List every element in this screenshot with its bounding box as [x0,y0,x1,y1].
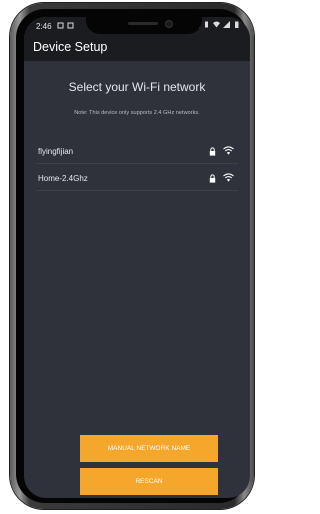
network-name: flyingfijian [38,147,74,156]
lock-icon [209,174,216,183]
wifi-icon [223,146,234,155]
notification-icons [57,22,74,31]
wifi-icon [223,173,234,182]
app-bar-title: Device Setup [33,40,108,54]
notch [86,17,202,34]
vibrate-icon [205,21,208,28]
phone-frame: 2:46 Device Setup Select your Wi-Fi netw… [10,3,254,509]
speaker-grille [128,22,158,25]
status-time: 2:46 [36,22,52,31]
signal-icon [223,21,230,28]
phone-screen: 2:46 Device Setup Select your Wi-Fi netw… [24,17,250,498]
page-heading: Select your Wi-Fi network [68,80,206,94]
notification-icon [57,22,64,29]
battery-icon [235,21,239,28]
manual-network-name-button[interactable]: MANUAL NETWORK NAME [80,435,218,462]
notification-icon [67,22,74,29]
front-camera [165,20,173,28]
frequency-note: Note: This device only supports 2.4 GHz … [74,110,200,116]
rescan-button[interactable]: RESCAN [80,468,218,495]
app-bar: Device Setup [24,35,250,61]
network-name: Home-2.4Ghz [38,174,88,183]
lock-icon [209,147,216,156]
network-item-flyingfijian[interactable]: flyingfijian [36,141,238,164]
network-item-home-2-4ghz[interactable]: Home-2.4Ghz [36,168,238,191]
wifi-icon [213,21,220,28]
